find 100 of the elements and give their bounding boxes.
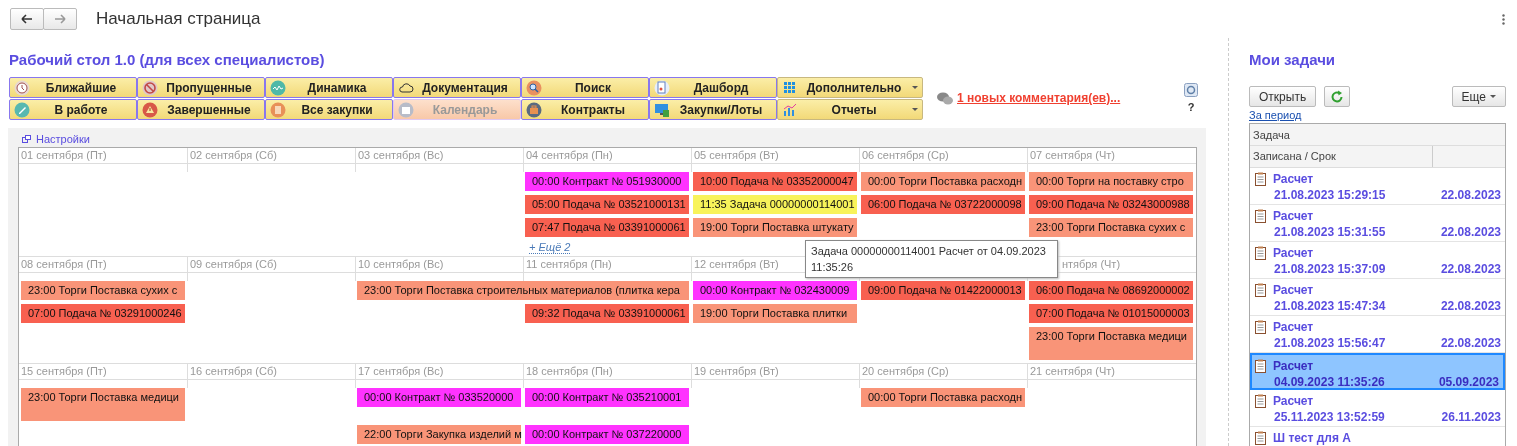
calendar-event[interactable]: 07:00 Подача № 03291000246	[21, 304, 185, 323]
calendar-event[interactable]: 22:00 Торги Закупка изделий м	[357, 425, 521, 444]
chart-icon	[782, 101, 798, 118]
task-created: 21.08.2023 15:56:47	[1274, 335, 1386, 351]
period-link[interactable]: За период	[1249, 109, 1506, 123]
calendar-event[interactable]: 00:00 Контракт № 035210001	[525, 388, 689, 407]
task-created: 21.08.2023 15:29:15	[1274, 187, 1386, 203]
toolbar-button[interactable]: Контракты	[521, 99, 649, 120]
calendar-event[interactable]: 06:00 Подача № 03722000098	[861, 195, 1025, 214]
day-heading: 12 сентября (Вт)	[694, 258, 779, 270]
window-title: Начальная страница	[96, 9, 262, 29]
calendar-event[interactable]: 19:00 Торги Поставка штукату	[693, 218, 857, 237]
day-heading: 18 сентября (Пн)	[526, 365, 613, 377]
day-heading: 02 сентября (Сб)	[190, 149, 277, 161]
clipboard-icon	[1255, 208, 1266, 223]
calendar-event[interactable]: 00:00 Контракт № 033520000	[357, 388, 521, 407]
task-title: Расчет	[1273, 171, 1314, 186]
calendar-event[interactable]: 09:32 Подача № 03391000061	[525, 304, 689, 323]
scrollbar-track[interactable]	[1195, 128, 1206, 446]
refresh-button[interactable]	[1324, 86, 1351, 107]
calendar-event[interactable]: 06:00 Подача № 08692000002	[1029, 281, 1193, 300]
task-row[interactable]: Ш тест для А	[1250, 427, 1505, 446]
calendar-event[interactable]: 11:35 Задача 00000000114001	[693, 195, 857, 214]
toolbar-button[interactable]: Дополнительно	[777, 77, 923, 98]
settings-icon[interactable]	[1184, 83, 1199, 97]
open-button[interactable]: Открыть	[1249, 86, 1317, 107]
task-row[interactable]: Расчет 04.09.2023 11:35:26 05.09.2023	[1250, 353, 1505, 390]
task-due: 22.08.2023	[1440, 298, 1501, 314]
calendar-icon	[398, 101, 414, 118]
toolbar-button[interactable]: Завершенные	[137, 99, 265, 120]
toolbar-button[interactable]: Поиск	[521, 77, 649, 98]
calendar-event[interactable]: 00:00 Контракт № 032430009	[693, 281, 857, 300]
calendar-event[interactable]: 23:00 Торги Поставка сухих с	[1029, 218, 1193, 237]
warning-icon	[142, 101, 158, 118]
refresh-icon	[1330, 89, 1345, 104]
calendar-event[interactable]: 00:00 Торги Поставка расходн	[861, 388, 1025, 407]
calendar-event[interactable]: 19:00 Торги Поставка плитки	[693, 304, 857, 323]
calendar-event[interactable]: 07:47 Подача № 03391000061	[525, 218, 689, 237]
calendar-event[interactable]: 23:00 Торги Поставка строительных материалов (плитка кера	[357, 281, 689, 300]
day-heading: 19 сентября (Вт)	[694, 365, 779, 377]
calendar-event[interactable]: 23:00 Торги Поставка медици	[1029, 327, 1193, 360]
day-heading: 21 сентября (Чт)	[1030, 365, 1115, 377]
report-icon	[654, 79, 670, 96]
clipboard-icon	[1255, 171, 1266, 186]
day-heading: 17 сентября (Вс)	[358, 365, 444, 377]
task-row[interactable]: Расчет 21.08.2023 15:37:09 22.08.2023	[1250, 242, 1505, 279]
toolbar-button[interactable]: Динамика	[265, 77, 393, 98]
workspace-title: Рабочий стол 1.0 (для всех специалистов)	[9, 51, 326, 70]
calendar-event[interactable]: 07:00 Подача № 01015000003	[1029, 304, 1193, 323]
day-heading: 06 сентября (Ср)	[862, 149, 949, 161]
caret-icon	[912, 108, 918, 111]
task-title: Расчет	[1273, 393, 1314, 408]
monitor-icon	[654, 101, 670, 118]
task-created: 21.08.2023 15:47:34	[1274, 298, 1386, 314]
comments-link[interactable]: 1 новых комментария(ев)...	[957, 91, 1121, 105]
day-heading: 05 сентября (Вт)	[694, 149, 779, 161]
more-button[interactable]: Еще	[1451, 86, 1506, 107]
help-link[interactable]: ?	[1187, 101, 1195, 113]
task-created: 04.09.2023 11:35:26	[1274, 374, 1385, 390]
toolbar-button[interactable]: Отчеты	[777, 99, 923, 120]
wave-icon	[270, 79, 286, 96]
day-heading: 20 сентября (Ср)	[862, 365, 949, 377]
task-due: 05.09.2023	[1438, 374, 1499, 390]
task-row[interactable]: Расчет 21.08.2023 15:47:34 22.08.2023	[1250, 279, 1505, 316]
toolbar-button[interactable]: Закупки/Лоты	[649, 99, 777, 120]
calendar-event[interactable]: 00:00 Контракт № 051930000	[525, 172, 689, 191]
clipboard-icon	[1255, 358, 1266, 373]
arrow-right-icon	[54, 14, 66, 24]
forbidden-icon	[142, 79, 158, 96]
toolbar-button[interactable]: Все закупки	[265, 99, 393, 120]
calendar-event[interactable]: 09:00 Подача № 01422000013	[861, 281, 1025, 300]
clipboard-icon	[1255, 319, 1266, 334]
more-menu-icon[interactable]	[1502, 13, 1505, 25]
toolbar-button[interactable]: В работе	[9, 99, 137, 120]
task-row[interactable]: Расчет 25.11.2023 13:52:59 26.11.2023	[1250, 390, 1505, 427]
calendar-event[interactable]: 00:00 Контракт № 037220000	[525, 425, 689, 444]
event-tooltip: Задача 00000000114001 Расчет от 04.09.2023 11:35:26	[805, 240, 1058, 278]
calendar-event[interactable]: 10:00 Подача № 03352000047	[693, 172, 857, 191]
calendar-event[interactable]: 23:00 Торги Поставка сухих с	[21, 281, 185, 300]
task-row[interactable]: Расчет 21.08.2023 15:29:15 22.08.2023	[1250, 168, 1505, 205]
document-icon	[270, 101, 286, 118]
calendar-event[interactable]: 00:00 Торги на поставку стро	[1029, 172, 1193, 191]
panel-title: Мои задачи	[1249, 51, 1337, 70]
toolbar-button[interactable]: Дашборд	[649, 77, 777, 98]
toolbar-button[interactable]: Документация	[393, 77, 521, 98]
show-more-link[interactable]: + Ещё 2	[529, 241, 571, 254]
day-heading: 08 сентября (Пт)	[21, 258, 107, 270]
toolbar-button[interactable]: Пропущенные	[137, 77, 265, 98]
clipboard-icon	[1255, 245, 1266, 260]
calendar-event[interactable]: 05:00 Подача № 03521000131	[525, 195, 689, 214]
settings-link[interactable]: Настройки	[36, 133, 90, 145]
day-heading: нтября (Чт)	[1062, 258, 1121, 270]
back-button[interactable]	[10, 8, 44, 30]
calendar-event[interactable]: 09:00 Подача № 03243000988	[1029, 195, 1193, 214]
task-row[interactable]: Расчет 21.08.2023 15:31:55 22.08.2023	[1250, 205, 1505, 242]
toolbar-button[interactable]: Ближайшие	[9, 77, 137, 98]
clipboard-icon	[1255, 282, 1266, 297]
calendar-event[interactable]: 00:00 Торги Поставка расходн	[861, 172, 1025, 191]
task-created: 25.11.2023 13:52:59	[1274, 409, 1385, 425]
calendar-event[interactable]: 23:00 Торги Поставка медици	[21, 388, 185, 421]
